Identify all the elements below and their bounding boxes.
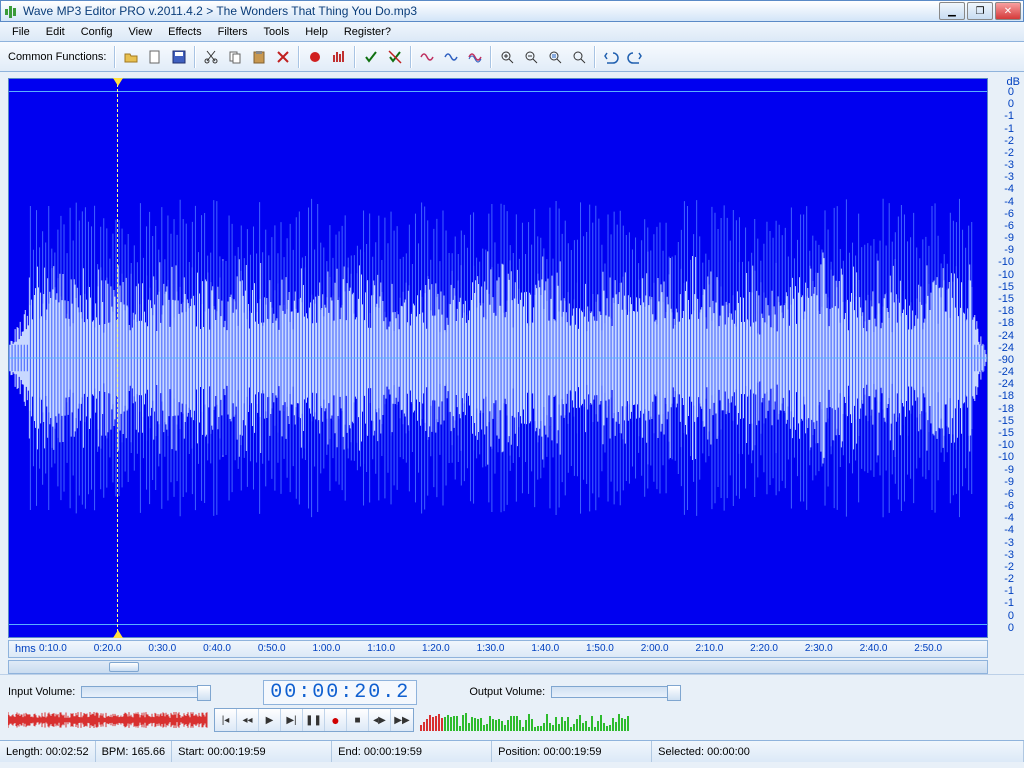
- overview-waveform[interactable]: [8, 709, 208, 731]
- bottom-panel: Input Volume: 00:00:20.2 Output Volume: …: [0, 674, 1024, 740]
- menu-edit[interactable]: Edit: [38, 24, 73, 40]
- delete-icon[interactable]: [272, 46, 294, 68]
- toolbar: Common Functions:: [0, 42, 1024, 72]
- menu-register[interactable]: Register?: [336, 24, 399, 40]
- uncheck-icon[interactable]: [384, 46, 406, 68]
- rewind-button[interactable]: ◂◂: [237, 709, 259, 731]
- record-icon[interactable]: [304, 46, 326, 68]
- status-bpm: BPM: 165.66: [96, 741, 173, 762]
- menu-tools[interactable]: Tools: [256, 24, 298, 40]
- zoom-in-icon[interactable]: [496, 46, 518, 68]
- record-button[interactable]: ●: [325, 709, 347, 731]
- close-button[interactable]: ✕: [995, 2, 1021, 20]
- check-icon[interactable]: [360, 46, 382, 68]
- status-length: Length: 00:02:52: [0, 741, 96, 762]
- fx2-icon[interactable]: [440, 46, 462, 68]
- fx3-icon[interactable]: [464, 46, 486, 68]
- time-display: 00:00:20.2: [263, 680, 417, 705]
- cut-icon[interactable]: [200, 46, 222, 68]
- zoom-out-icon[interactable]: [520, 46, 542, 68]
- stop-button[interactable]: ■: [347, 709, 369, 731]
- step-fwd-button[interactable]: ▶▶: [391, 709, 413, 731]
- status-end: End: 00:00:19:59: [332, 741, 492, 762]
- output-volume-label: Output Volume:: [469, 686, 545, 698]
- copy-icon[interactable]: [224, 46, 246, 68]
- bars-icon[interactable]: [328, 46, 350, 68]
- menu-effects[interactable]: Effects: [160, 24, 209, 40]
- maximize-button[interactable]: ❐: [967, 2, 993, 20]
- output-volume-slider[interactable]: [551, 686, 681, 698]
- ruler-unit: hms: [9, 643, 42, 655]
- zoom-sel-icon[interactable]: [544, 46, 566, 68]
- waveform-display[interactable]: [8, 78, 988, 638]
- playhead-cursor[interactable]: [117, 79, 118, 637]
- open-icon[interactable]: [120, 46, 142, 68]
- paste-icon[interactable]: [248, 46, 270, 68]
- menubar: File Edit Config View Effects Filters To…: [0, 22, 1024, 42]
- new-icon[interactable]: [144, 46, 166, 68]
- time-ruler[interactable]: hms 0:10.00:20.00:30.00:40.00:50.01:00.0…: [8, 640, 988, 658]
- menu-file[interactable]: File: [4, 24, 38, 40]
- waveform-svg: [9, 92, 987, 624]
- skip-start-button[interactable]: |◂: [215, 709, 237, 731]
- scrollbar-thumb[interactable]: [109, 662, 139, 672]
- status-selected: Selected: 00:00:00: [652, 741, 1024, 762]
- app-icon: [3, 3, 19, 19]
- status-bar: Length: 00:02:52 BPM: 165.66 Start: 00:0…: [0, 740, 1024, 762]
- level-meter: [420, 709, 640, 731]
- redo-icon[interactable]: [624, 46, 646, 68]
- transport-controls: |◂ ◂◂ ▶ ▶| ❚❚ ● ■ ◂▶ ▶▶: [214, 708, 414, 732]
- status-position: Position: 00:00:19:59: [492, 741, 652, 762]
- input-volume-slider[interactable]: [81, 686, 211, 698]
- titlebar[interactable]: Wave MP3 Editor PRO v.2011.4.2 > The Won…: [0, 0, 1024, 22]
- status-start: Start: 00:00:19:59: [172, 741, 332, 762]
- horizontal-scrollbar[interactable]: [8, 660, 988, 674]
- fx1-icon[interactable]: [416, 46, 438, 68]
- fast-forward-button[interactable]: ▶|: [281, 709, 303, 731]
- play-button[interactable]: ▶: [259, 709, 281, 731]
- undo-icon[interactable]: [600, 46, 622, 68]
- menu-help[interactable]: Help: [297, 24, 336, 40]
- menu-filters[interactable]: Filters: [210, 24, 256, 40]
- pause-button[interactable]: ❚❚: [303, 709, 325, 731]
- step-back-button[interactable]: ◂▶: [369, 709, 391, 731]
- save-icon[interactable]: [168, 46, 190, 68]
- db-scale: dB 00-1-1-2-2-3-3-4-4-6-6-9-9-10-10-15-1…: [990, 78, 1022, 632]
- menu-config[interactable]: Config: [73, 24, 121, 40]
- toolbar-label: Common Functions:: [4, 51, 110, 63]
- input-volume-label: Input Volume:: [8, 686, 75, 698]
- window-title: Wave MP3 Editor PRO v.2011.4.2 > The Won…: [23, 4, 939, 18]
- menu-view[interactable]: View: [121, 24, 161, 40]
- waveform-panel: dB 00-1-1-2-2-3-3-4-4-6-6-9-9-10-10-15-1…: [0, 72, 1024, 674]
- zoom-fit-icon[interactable]: [568, 46, 590, 68]
- minimize-button[interactable]: ▁: [939, 2, 965, 20]
